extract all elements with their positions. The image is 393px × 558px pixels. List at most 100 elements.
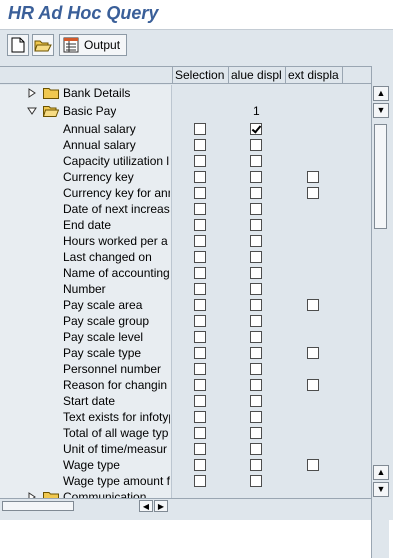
- selection-checkbox[interactable]: [194, 235, 206, 247]
- text-display-column-header[interactable]: ext displa: [285, 67, 342, 84]
- value-display-checkbox[interactable]: [250, 235, 262, 247]
- selection-checkbox[interactable]: [194, 283, 206, 295]
- value-display-checkbox[interactable]: [250, 331, 262, 343]
- horizontal-scroll-thumb[interactable]: [2, 501, 74, 511]
- value-display-column-header[interactable]: alue displ: [228, 67, 285, 84]
- field-row[interactable]: Currency key: [0, 169, 371, 185]
- value-display-checkbox[interactable]: [250, 443, 262, 455]
- value-display-checkbox[interactable]: [250, 219, 262, 231]
- tree-node-basic-pay[interactable]: Basic Pay 1: [0, 103, 371, 119]
- field-row[interactable]: Annual salary: [0, 121, 371, 137]
- value-display-checkbox[interactable]: [250, 379, 262, 391]
- text-display-checkbox[interactable]: [307, 299, 319, 311]
- field-row[interactable]: Reason for changin: [0, 377, 371, 393]
- field-row[interactable]: Pay scale area: [0, 297, 371, 313]
- vertical-scroll-thumb[interactable]: [374, 124, 387, 229]
- vertical-scrollbar[interactable]: ▲ ▼ ▲ ▼: [371, 66, 389, 558]
- value-display-checkbox[interactable]: [250, 123, 262, 135]
- selection-checkbox[interactable]: [194, 443, 206, 455]
- selection-checkbox[interactable]: [194, 475, 206, 487]
- selection-checkbox[interactable]: [194, 363, 206, 375]
- field-row[interactable]: Pay scale type: [0, 345, 371, 361]
- selection-checkbox[interactable]: [194, 299, 206, 311]
- selection-checkbox[interactable]: [194, 123, 206, 135]
- new-button[interactable]: [7, 34, 29, 56]
- tree-node-label: Basic Pay: [63, 104, 117, 118]
- text-display-checkbox[interactable]: [307, 171, 319, 183]
- page-up-button[interactable]: ▲: [373, 465, 389, 480]
- selection-checkbox[interactable]: [194, 187, 206, 199]
- text-display-checkbox[interactable]: [307, 187, 319, 199]
- field-row[interactable]: End date: [0, 217, 371, 233]
- scroll-right-button[interactable]: ▶: [154, 500, 168, 512]
- scroll-up-button[interactable]: ▲: [373, 86, 389, 101]
- field-row[interactable]: Annual salary: [0, 137, 371, 153]
- tree-node-bank-details[interactable]: Bank Details: [0, 85, 371, 101]
- field-row[interactable]: Currency key for ann: [0, 185, 371, 201]
- selection-checkbox[interactable]: [194, 251, 206, 263]
- selection-checkbox[interactable]: [194, 315, 206, 327]
- field-label: Hours worked per a: [63, 234, 168, 248]
- field-row[interactable]: Text exists for infotyp: [0, 409, 371, 425]
- selection-checkbox[interactable]: [194, 459, 206, 471]
- value-display-checkbox[interactable]: [250, 315, 262, 327]
- selection-checkbox[interactable]: [194, 427, 206, 439]
- field-row[interactable]: Wage type: [0, 457, 371, 473]
- field-row[interactable]: Wage type amount f: [0, 473, 371, 489]
- page-down-button[interactable]: ▼: [373, 103, 389, 118]
- selection-checkbox[interactable]: [194, 155, 206, 167]
- selection-checkbox[interactable]: [194, 347, 206, 359]
- field-row[interactable]: Pay scale group: [0, 313, 371, 329]
- selection-checkbox[interactable]: [194, 139, 206, 151]
- field-row[interactable]: Last changed on: [0, 249, 371, 265]
- selection-checkbox[interactable]: [194, 219, 206, 231]
- selection-checkbox[interactable]: [194, 331, 206, 343]
- value-display-checkbox[interactable]: [250, 139, 262, 151]
- selection-checkbox[interactable]: [194, 395, 206, 407]
- horizontal-scrollbar[interactable]: ◀ ▶: [0, 498, 371, 512]
- value-display-checkbox[interactable]: [250, 283, 262, 295]
- selection-checkbox[interactable]: [194, 203, 206, 215]
- value-display-checkbox[interactable]: [250, 395, 262, 407]
- field-label: End date: [63, 218, 112, 232]
- text-display-checkbox[interactable]: [307, 459, 319, 471]
- text-display-checkbox[interactable]: [307, 347, 319, 359]
- value-display-checkbox[interactable]: [250, 251, 262, 263]
- value-display-checkbox[interactable]: [250, 155, 262, 167]
- field-row[interactable]: Start date: [0, 393, 371, 409]
- value-display-checkbox[interactable]: [250, 267, 262, 279]
- value-display-checkbox[interactable]: [250, 363, 262, 375]
- value-display-checkbox[interactable]: [250, 411, 262, 423]
- field-row[interactable]: Name of accounting: [0, 265, 371, 281]
- selection-checkbox[interactable]: [194, 171, 206, 183]
- field-row[interactable]: Hours worked per a: [0, 233, 371, 249]
- selection-checkbox[interactable]: [194, 379, 206, 391]
- scroll-left-button[interactable]: ◀: [139, 500, 153, 512]
- value-display-checkbox[interactable]: [250, 459, 262, 471]
- scroll-down-button[interactable]: ▼: [373, 482, 389, 497]
- value-display-checkbox[interactable]: [250, 299, 262, 311]
- open-button[interactable]: [32, 34, 54, 56]
- field-row[interactable]: Total of all wage typ: [0, 425, 371, 441]
- expand-arrow-icon[interactable]: [27, 88, 37, 98]
- tree-column-header[interactable]: [0, 67, 172, 84]
- value-display-checkbox[interactable]: [250, 347, 262, 359]
- field-row[interactable]: Unit of time/measur: [0, 441, 371, 457]
- selection-checkbox[interactable]: [194, 267, 206, 279]
- value-display-checkbox[interactable]: [250, 187, 262, 199]
- selection-column-header[interactable]: Selection: [172, 67, 228, 84]
- tree-node-communication[interactable]: Communication: [0, 489, 371, 498]
- value-display-checkbox[interactable]: [250, 171, 262, 183]
- value-display-checkbox[interactable]: [250, 203, 262, 215]
- selection-checkbox[interactable]: [194, 411, 206, 423]
- field-row[interactable]: Number: [0, 281, 371, 297]
- field-row[interactable]: Date of next increas: [0, 201, 371, 217]
- field-row[interactable]: Personnel number: [0, 361, 371, 377]
- collapse-arrow-icon[interactable]: [27, 106, 37, 116]
- value-display-checkbox[interactable]: [250, 427, 262, 439]
- text-display-checkbox[interactable]: [307, 379, 319, 391]
- field-row[interactable]: Pay scale level: [0, 329, 371, 345]
- value-display-checkbox[interactable]: [250, 475, 262, 487]
- output-button[interactable]: Output: [59, 34, 127, 56]
- field-row[interactable]: Capacity utilization l: [0, 153, 371, 169]
